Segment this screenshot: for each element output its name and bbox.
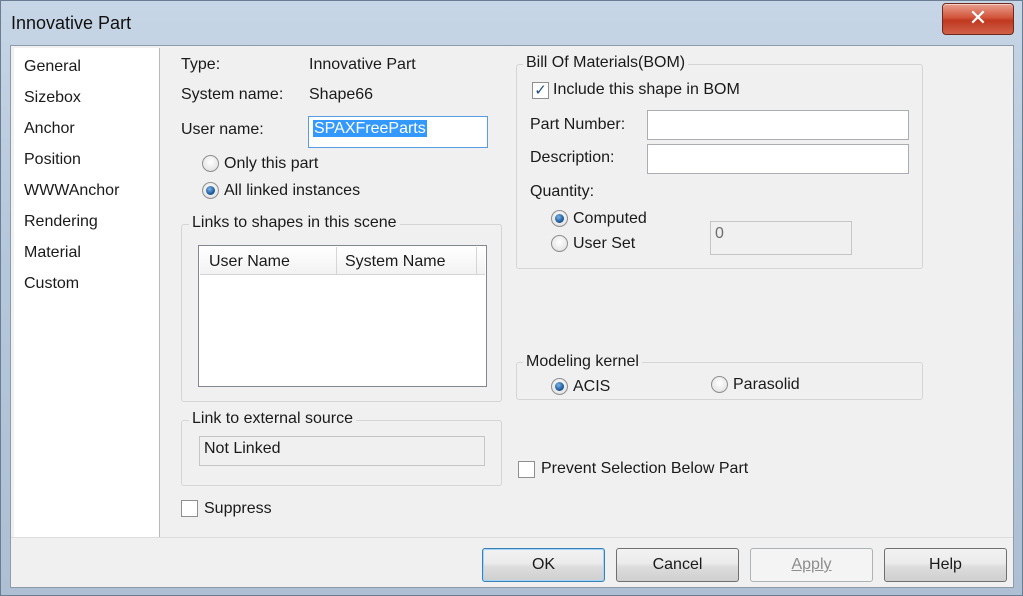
type-label: Type:	[181, 56, 221, 73]
acis-label[interactable]: ACIS	[573, 378, 610, 396]
part-number-input[interactable]	[647, 110, 909, 140]
quantity-value: 0	[715, 225, 724, 242]
nav-item-wwwanchor[interactable]: WWWAnchor	[24, 182, 119, 200]
quantity-label: Quantity:	[530, 183, 595, 200]
dialog-window: Innovative Part ✕ General Sizebox Anchor…	[0, 0, 1023, 596]
cancel-button[interactable]: Cancel	[616, 548, 739, 582]
computed-radio[interactable]	[551, 210, 568, 227]
system-name-value: Shape66	[309, 86, 374, 103]
user-set-radio[interactable]	[551, 235, 568, 252]
column-divider[interactable]	[336, 247, 337, 275]
links-group-title: Links to shapes in this scene	[189, 214, 400, 232]
button-bar: OK Cancel Apply Help	[11, 537, 1013, 587]
parasolid-radio[interactable]	[711, 376, 728, 393]
links-list[interactable]: User Name System Name	[198, 245, 487, 387]
include-in-bom-label[interactable]: Include this shape in BOM	[553, 81, 740, 99]
ok-button[interactable]: OK	[482, 548, 605, 582]
help-button[interactable]: Help	[884, 548, 1007, 582]
include-in-bom-checkbox[interactable]: ✓	[532, 82, 549, 99]
user-set-label[interactable]: User Set	[573, 235, 635, 253]
window-title: Innovative Part	[11, 13, 132, 33]
part-number-label: Part Number:	[530, 116, 626, 133]
nav-item-rendering[interactable]: Rendering	[24, 213, 98, 231]
suppress-checkbox[interactable]	[181, 500, 198, 517]
nav-item-sizebox[interactable]: Sizebox	[24, 89, 81, 107]
nav-item-anchor[interactable]: Anchor	[24, 120, 75, 138]
column-divider[interactable]	[476, 247, 477, 275]
parasolid-label[interactable]: Parasolid	[733, 376, 800, 394]
checkmark-icon: ✓	[534, 82, 547, 99]
external-source-title: Link to external source	[189, 410, 356, 428]
nav-item-material[interactable]: Material	[24, 244, 81, 262]
description-label: Description:	[530, 149, 615, 166]
all-linked-instances-label[interactable]: All linked instances	[224, 182, 360, 200]
description-input[interactable]	[647, 144, 909, 174]
close-icon: ✕	[968, 5, 988, 30]
type-value: Innovative Part	[309, 56, 416, 73]
user-name-label: User name:	[181, 121, 264, 138]
external-source-value: Not Linked	[204, 440, 281, 457]
column-system-name[interactable]: System Name	[345, 253, 445, 271]
only-this-part-radio[interactable]	[202, 155, 219, 172]
dialog-client-area: General Sizebox Anchor Position WWWAncho…	[10, 45, 1014, 588]
bom-group-title: Bill Of Materials(BOM)	[523, 54, 689, 72]
category-list: General Sizebox Anchor Position WWWAncho…	[14, 48, 160, 537]
suppress-label[interactable]: Suppress	[204, 500, 272, 518]
only-this-part-label[interactable]: Only this part	[224, 155, 318, 173]
apply-button[interactable]: Apply	[750, 548, 873, 582]
user-name-input[interactable]: SPAXFreeParts	[308, 116, 488, 148]
system-name-label: System name:	[181, 86, 284, 103]
quantity-input: 0	[710, 221, 852, 255]
column-user-name[interactable]: User Name	[209, 253, 290, 271]
nav-item-general[interactable]: General	[24, 58, 81, 76]
nav-item-position[interactable]: Position	[24, 151, 81, 169]
prevent-selection-checkbox[interactable]	[518, 461, 535, 478]
acis-radio[interactable]	[551, 378, 568, 395]
nav-item-custom[interactable]: Custom	[24, 275, 79, 293]
close-button[interactable]: ✕	[942, 3, 1014, 35]
user-name-value: SPAXFreeParts	[313, 120, 427, 137]
all-linked-instances-radio[interactable]	[202, 182, 219, 199]
prevent-selection-label[interactable]: Prevent Selection Below Part	[541, 460, 748, 478]
modeling-kernel-title: Modeling kernel	[523, 353, 642, 371]
computed-label[interactable]: Computed	[573, 210, 647, 228]
external-source-field: Not Linked	[199, 436, 485, 466]
links-list-header: User Name System Name	[200, 247, 485, 275]
title-bar[interactable]: Innovative Part ✕	[1, 1, 1022, 45]
